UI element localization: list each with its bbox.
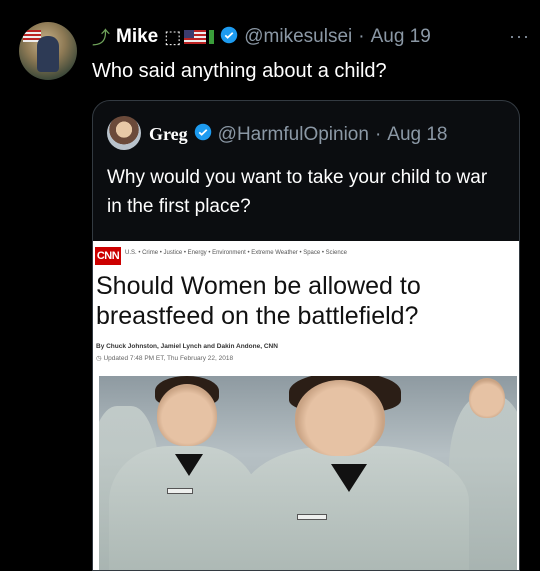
verified-icon xyxy=(220,26,238,49)
quoted-date[interactable]: Aug 18 xyxy=(387,124,447,146)
tweet-text: Who said anything about a child? xyxy=(92,60,387,82)
article-photo xyxy=(99,376,517,570)
soldier-head xyxy=(157,384,217,446)
separator-dot: · xyxy=(374,123,382,145)
author-handle[interactable]: @mikesulsei xyxy=(244,26,352,48)
cnn-nav-links: U.S. • Crime • Justice • Energy • Enviro… xyxy=(125,250,348,256)
author-name[interactable]: Mike xyxy=(116,26,158,48)
tweet-header: ⤴ Mike ⬚ @mikesulsei · Aug 19 xyxy=(92,24,431,50)
article-screenshot[interactable]: CNN U.S. • Crime • Justice • Energy • En… xyxy=(93,241,519,570)
avatar-figure xyxy=(37,36,59,72)
soldier-head xyxy=(469,378,505,418)
us-flag-icon xyxy=(184,30,207,44)
verified-icon xyxy=(194,123,212,146)
cnn-nav-bar: CNN U.S. • Crime • Justice • Energy • En… xyxy=(93,241,519,267)
updated-text: Updated 7:48 PM ET, Thu February 22, 201… xyxy=(103,355,234,362)
name-tag xyxy=(167,488,193,494)
cnn-logo: CNN xyxy=(95,247,121,265)
quoted-header: Greg @HarmfulOpinion · Aug 18 xyxy=(149,123,448,146)
separator-dot: · xyxy=(358,26,365,47)
article-headline: Should Women be allowed to breastfeed on… xyxy=(96,272,421,330)
quoted-avatar[interactable] xyxy=(107,116,141,150)
quoted-author-handle[interactable]: @HarmfulOpinion xyxy=(218,124,369,146)
article-updated: ◷ Updated 7:48 PM ET, Thu February 22, 2… xyxy=(96,354,233,362)
arrow-emoji-icon: ⤴ xyxy=(92,28,110,48)
soldier-head xyxy=(295,380,385,456)
tweet-date[interactable]: Aug 19 xyxy=(371,26,431,48)
symbol-icon: ⬚ xyxy=(164,26,182,47)
name-tag xyxy=(297,514,327,520)
article-byline: By Chuck Johnston, Jamiel Lynch and Daki… xyxy=(96,343,278,350)
quoted-author-name[interactable]: Greg xyxy=(149,124,188,145)
soldier-tie xyxy=(175,454,203,476)
emoji-icons: ⬚ xyxy=(164,26,215,48)
more-options-icon[interactable]: ··· xyxy=(509,26,530,47)
quoted-tweet[interactable]: Greg @HarmfulOpinion · Aug 18 Why would … xyxy=(92,100,520,571)
soldier-tie xyxy=(331,464,367,492)
quoted-text: Why would you want to take your child to… xyxy=(107,167,488,217)
green-bar-icon xyxy=(209,30,215,44)
avatar[interactable] xyxy=(19,22,77,80)
